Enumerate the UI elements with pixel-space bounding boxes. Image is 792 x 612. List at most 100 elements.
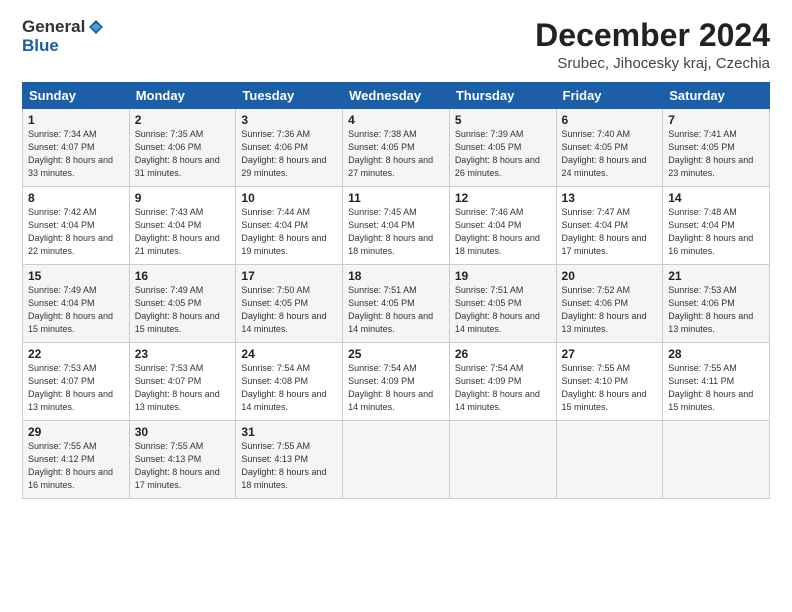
day-info: Sunrise: 7:49 AMSunset: 4:05 PMDaylight:…: [135, 284, 231, 336]
table-row: 25Sunrise: 7:54 AMSunset: 4:09 PMDayligh…: [343, 343, 450, 421]
day-number: 18: [348, 269, 444, 283]
day-info: Sunrise: 7:53 AMSunset: 4:07 PMDaylight:…: [135, 362, 231, 414]
calendar-week-row: 8Sunrise: 7:42 AMSunset: 4:04 PMDaylight…: [23, 187, 770, 265]
header-wednesday: Wednesday: [343, 83, 450, 109]
day-info: Sunrise: 7:55 AMSunset: 4:13 PMDaylight:…: [135, 440, 231, 492]
day-number: 28: [668, 347, 764, 361]
day-number: 16: [135, 269, 231, 283]
day-info: Sunrise: 7:50 AMSunset: 4:05 PMDaylight:…: [241, 284, 337, 336]
table-row: 16Sunrise: 7:49 AMSunset: 4:05 PMDayligh…: [129, 265, 236, 343]
month-title: December 2024: [535, 18, 770, 53]
day-info: Sunrise: 7:51 AMSunset: 4:05 PMDaylight:…: [348, 284, 444, 336]
table-row: 22Sunrise: 7:53 AMSunset: 4:07 PMDayligh…: [23, 343, 130, 421]
calendar-week-row: 29Sunrise: 7:55 AMSunset: 4:12 PMDayligh…: [23, 421, 770, 499]
table-row: 19Sunrise: 7:51 AMSunset: 4:05 PMDayligh…: [449, 265, 556, 343]
day-number: 6: [562, 113, 658, 127]
table-row: 12Sunrise: 7:46 AMSunset: 4:04 PMDayligh…: [449, 187, 556, 265]
header-saturday: Saturday: [663, 83, 770, 109]
day-number: 5: [455, 113, 551, 127]
table-row: 13Sunrise: 7:47 AMSunset: 4:04 PMDayligh…: [556, 187, 663, 265]
table-row: 30Sunrise: 7:55 AMSunset: 4:13 PMDayligh…: [129, 421, 236, 499]
day-number: 4: [348, 113, 444, 127]
day-number: 27: [562, 347, 658, 361]
day-number: 21: [668, 269, 764, 283]
day-number: 30: [135, 425, 231, 439]
day-number: 2: [135, 113, 231, 127]
table-row: 8Sunrise: 7:42 AMSunset: 4:04 PMDaylight…: [23, 187, 130, 265]
day-info: Sunrise: 7:47 AMSunset: 4:04 PMDaylight:…: [562, 206, 658, 258]
table-row: 23Sunrise: 7:53 AMSunset: 4:07 PMDayligh…: [129, 343, 236, 421]
day-number: 3: [241, 113, 337, 127]
table-row: 26Sunrise: 7:54 AMSunset: 4:09 PMDayligh…: [449, 343, 556, 421]
day-number: 13: [562, 191, 658, 205]
header-thursday: Thursday: [449, 83, 556, 109]
table-row: 31Sunrise: 7:55 AMSunset: 4:13 PMDayligh…: [236, 421, 343, 499]
table-row: 15Sunrise: 7:49 AMSunset: 4:04 PMDayligh…: [23, 265, 130, 343]
table-row: [343, 421, 450, 499]
table-row: 5Sunrise: 7:39 AMSunset: 4:05 PMDaylight…: [449, 109, 556, 187]
day-info: Sunrise: 7:55 AMSunset: 4:10 PMDaylight:…: [562, 362, 658, 414]
day-number: 8: [28, 191, 124, 205]
day-info: Sunrise: 7:54 AMSunset: 4:08 PMDaylight:…: [241, 362, 337, 414]
day-number: 22: [28, 347, 124, 361]
day-number: 15: [28, 269, 124, 283]
table-row: 28Sunrise: 7:55 AMSunset: 4:11 PMDayligh…: [663, 343, 770, 421]
table-row: 17Sunrise: 7:50 AMSunset: 4:05 PMDayligh…: [236, 265, 343, 343]
day-number: 1: [28, 113, 124, 127]
day-number: 12: [455, 191, 551, 205]
table-row: 6Sunrise: 7:40 AMSunset: 4:05 PMDaylight…: [556, 109, 663, 187]
table-row: [556, 421, 663, 499]
day-number: 26: [455, 347, 551, 361]
day-info: Sunrise: 7:35 AMSunset: 4:06 PMDaylight:…: [135, 128, 231, 180]
calendar-header-row: Sunday Monday Tuesday Wednesday Thursday…: [23, 83, 770, 109]
header-sunday: Sunday: [23, 83, 130, 109]
table-row: 3Sunrise: 7:36 AMSunset: 4:06 PMDaylight…: [236, 109, 343, 187]
table-row: 20Sunrise: 7:52 AMSunset: 4:06 PMDayligh…: [556, 265, 663, 343]
table-row: 11Sunrise: 7:45 AMSunset: 4:04 PMDayligh…: [343, 187, 450, 265]
logo-icon: [87, 18, 105, 36]
day-info: Sunrise: 7:42 AMSunset: 4:04 PMDaylight:…: [28, 206, 124, 258]
day-info: Sunrise: 7:45 AMSunset: 4:04 PMDaylight:…: [348, 206, 444, 258]
day-info: Sunrise: 7:53 AMSunset: 4:07 PMDaylight:…: [28, 362, 124, 414]
day-info: Sunrise: 7:34 AMSunset: 4:07 PMDaylight:…: [28, 128, 124, 180]
calendar-week-row: 15Sunrise: 7:49 AMSunset: 4:04 PMDayligh…: [23, 265, 770, 343]
day-info: Sunrise: 7:41 AMSunset: 4:05 PMDaylight:…: [668, 128, 764, 180]
day-info: Sunrise: 7:48 AMSunset: 4:04 PMDaylight:…: [668, 206, 764, 258]
day-number: 20: [562, 269, 658, 283]
calendar-table: Sunday Monday Tuesday Wednesday Thursday…: [22, 82, 770, 499]
day-info: Sunrise: 7:51 AMSunset: 4:05 PMDaylight:…: [455, 284, 551, 336]
location-title: Srubec, Jihocesky kraj, Czechia: [535, 55, 770, 72]
day-number: 25: [348, 347, 444, 361]
day-info: Sunrise: 7:36 AMSunset: 4:06 PMDaylight:…: [241, 128, 337, 180]
day-number: 29: [28, 425, 124, 439]
table-row: 24Sunrise: 7:54 AMSunset: 4:08 PMDayligh…: [236, 343, 343, 421]
day-info: Sunrise: 7:44 AMSunset: 4:04 PMDaylight:…: [241, 206, 337, 258]
table-row: [663, 421, 770, 499]
logo: General Blue: [22, 18, 105, 55]
day-info: Sunrise: 7:52 AMSunset: 4:06 PMDaylight:…: [562, 284, 658, 336]
day-number: 17: [241, 269, 337, 283]
day-number: 9: [135, 191, 231, 205]
header-friday: Friday: [556, 83, 663, 109]
table-row: 29Sunrise: 7:55 AMSunset: 4:12 PMDayligh…: [23, 421, 130, 499]
logo-general: General: [22, 18, 85, 37]
day-info: Sunrise: 7:39 AMSunset: 4:05 PMDaylight:…: [455, 128, 551, 180]
day-number: 31: [241, 425, 337, 439]
day-info: Sunrise: 7:53 AMSunset: 4:06 PMDaylight:…: [668, 284, 764, 336]
day-number: 10: [241, 191, 337, 205]
day-info: Sunrise: 7:54 AMSunset: 4:09 PMDaylight:…: [348, 362, 444, 414]
day-info: Sunrise: 7:46 AMSunset: 4:04 PMDaylight:…: [455, 206, 551, 258]
day-info: Sunrise: 7:38 AMSunset: 4:05 PMDaylight:…: [348, 128, 444, 180]
table-row: 18Sunrise: 7:51 AMSunset: 4:05 PMDayligh…: [343, 265, 450, 343]
day-info: Sunrise: 7:55 AMSunset: 4:12 PMDaylight:…: [28, 440, 124, 492]
day-number: 7: [668, 113, 764, 127]
header-tuesday: Tuesday: [236, 83, 343, 109]
table-row: 14Sunrise: 7:48 AMSunset: 4:04 PMDayligh…: [663, 187, 770, 265]
table-row: 1Sunrise: 7:34 AMSunset: 4:07 PMDaylight…: [23, 109, 130, 187]
table-row: 9Sunrise: 7:43 AMSunset: 4:04 PMDaylight…: [129, 187, 236, 265]
calendar-week-row: 1Sunrise: 7:34 AMSunset: 4:07 PMDaylight…: [23, 109, 770, 187]
day-info: Sunrise: 7:55 AMSunset: 4:11 PMDaylight:…: [668, 362, 764, 414]
table-row: 2Sunrise: 7:35 AMSunset: 4:06 PMDaylight…: [129, 109, 236, 187]
header-monday: Monday: [129, 83, 236, 109]
day-info: Sunrise: 7:40 AMSunset: 4:05 PMDaylight:…: [562, 128, 658, 180]
